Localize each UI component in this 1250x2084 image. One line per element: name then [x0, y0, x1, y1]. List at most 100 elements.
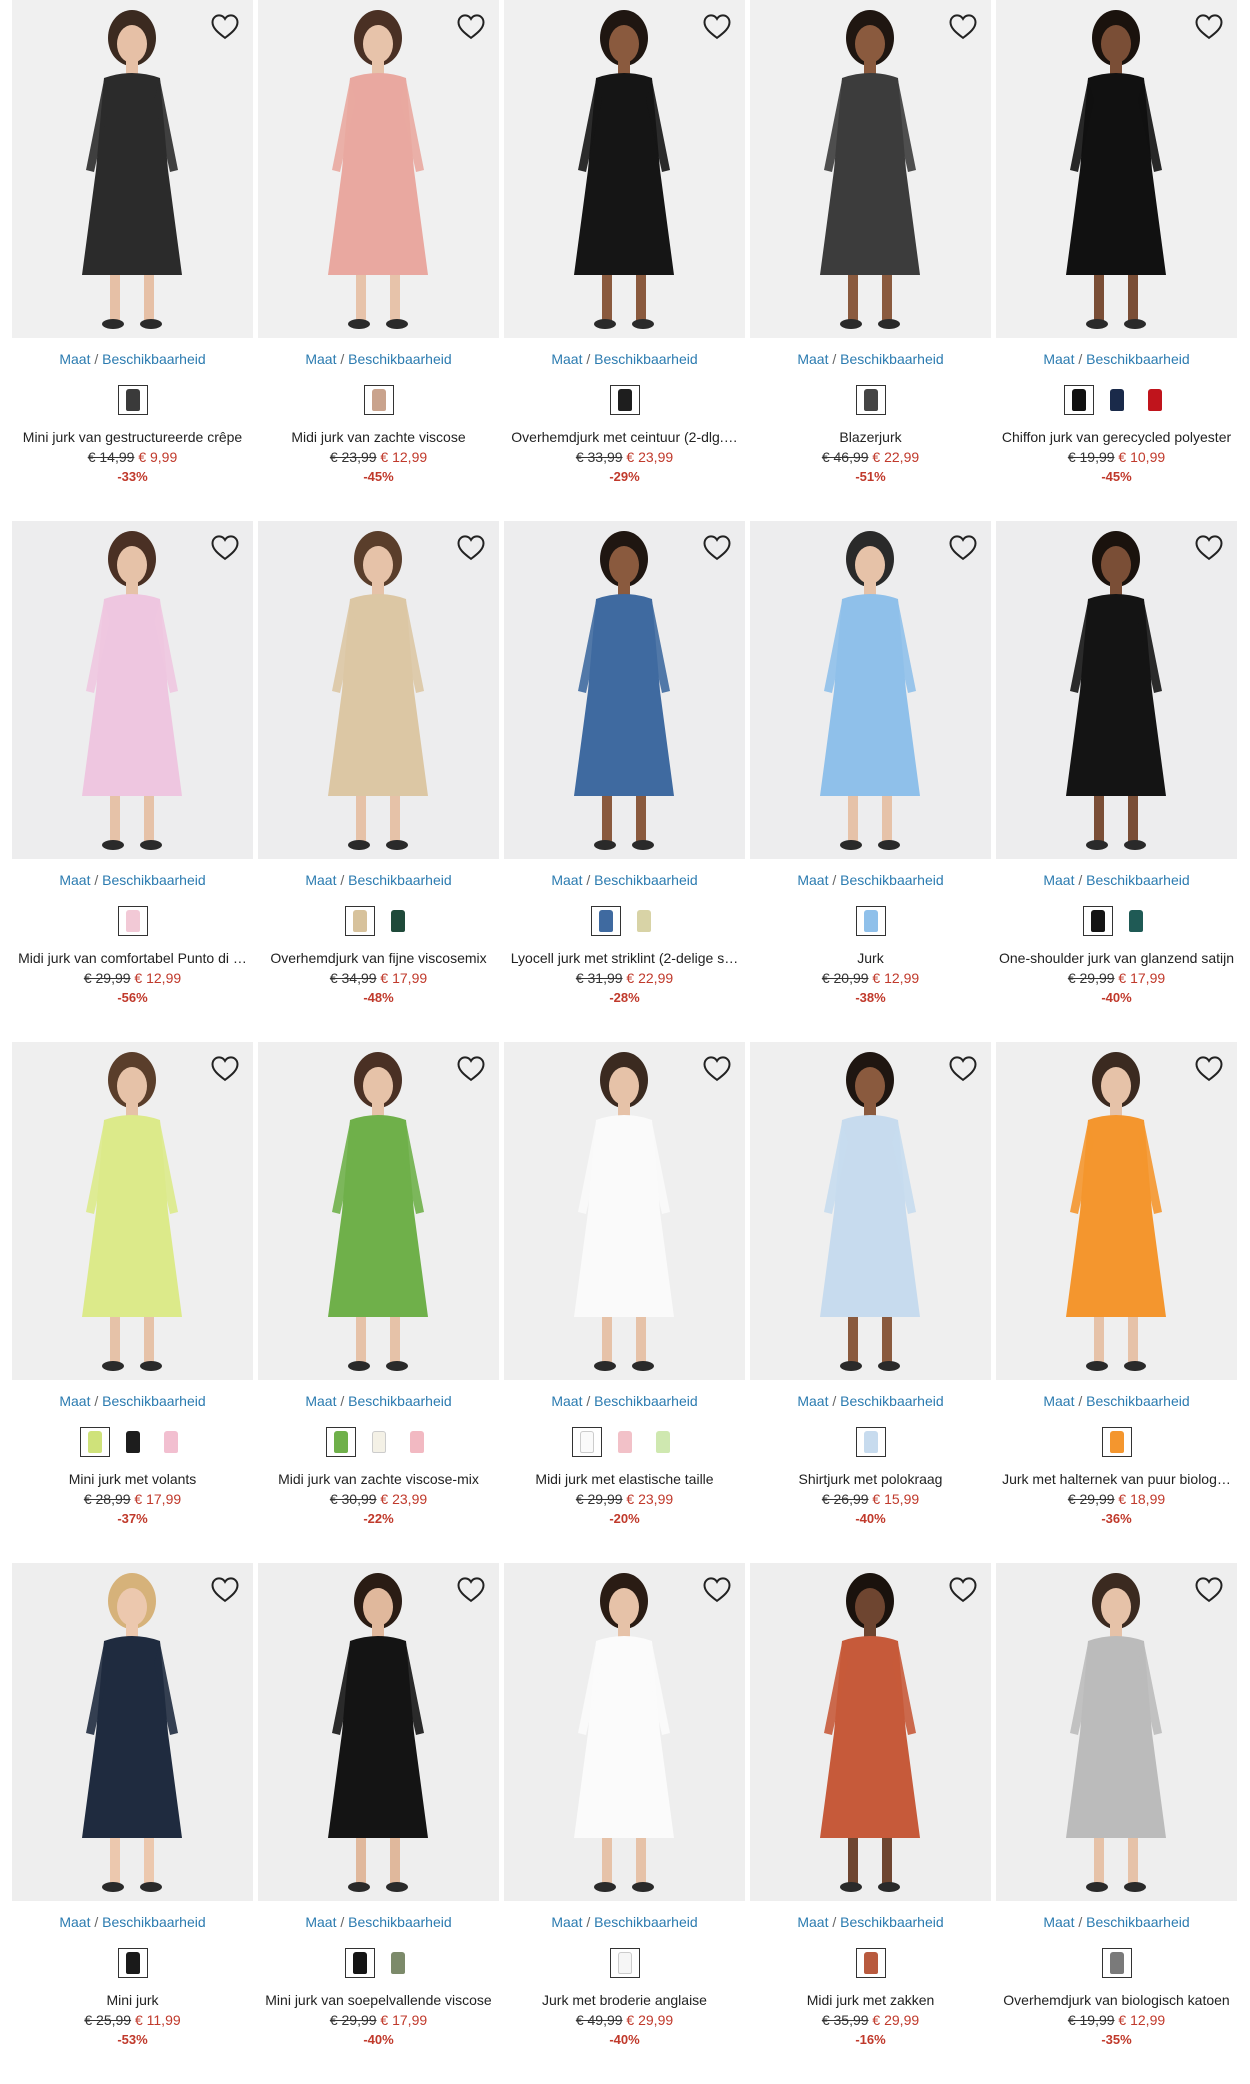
- wishlist-heart-icon[interactable]: [209, 531, 241, 563]
- size-availability-link[interactable]: Maat / Beschikbaarheid: [504, 351, 745, 367]
- wishlist-heart-icon[interactable]: [947, 531, 979, 563]
- product-name[interactable]: Mini jurk: [12, 1992, 253, 2009]
- product-name[interactable]: Midi jurk van zachte viscose-mix: [258, 1471, 499, 1488]
- product-image[interactable]: [750, 521, 991, 859]
- product-image[interactable]: [750, 0, 991, 338]
- wishlist-heart-icon[interactable]: [701, 1573, 733, 1605]
- color-swatch[interactable]: [610, 1427, 640, 1457]
- size-availability-link[interactable]: Maat / Beschikbaarheid: [750, 872, 991, 888]
- color-swatch[interactable]: [855, 1427, 886, 1457]
- color-swatch[interactable]: [629, 906, 659, 936]
- color-swatch[interactable]: [609, 1948, 640, 1978]
- color-swatch[interactable]: [1140, 385, 1170, 415]
- product-image[interactable]: [750, 1042, 991, 1380]
- product-name[interactable]: Jurk met broderie anglaise: [504, 1992, 745, 2009]
- size-availability-link[interactable]: Maat / Beschikbaarheid: [258, 1393, 499, 1409]
- wishlist-heart-icon[interactable]: [947, 1573, 979, 1605]
- color-swatch[interactable]: [156, 1427, 186, 1457]
- color-swatch[interactable]: [344, 1948, 375, 1978]
- product-image[interactable]: [504, 1563, 745, 1901]
- size-availability-link[interactable]: Maat / Beschikbaarheid: [996, 1393, 1237, 1409]
- product-name[interactable]: Overhemdjurk van fijne viscosemix: [258, 950, 499, 967]
- wishlist-heart-icon[interactable]: [455, 531, 487, 563]
- product-name[interactable]: Jurk met halternek van puur biolog…: [996, 1471, 1237, 1488]
- size-availability-link[interactable]: Maat / Beschikbaarheid: [12, 1914, 253, 1930]
- product-card[interactable]: Maat / Beschikbaarheid Jurk € 20,99 € 12,9…: [750, 521, 991, 1042]
- size-availability-link[interactable]: Maat / Beschikbaarheid: [258, 1914, 499, 1930]
- product-image[interactable]: [996, 1042, 1237, 1380]
- product-card[interactable]: Maat / Beschikbaarheid Mini jurk van soep…: [258, 1563, 499, 2084]
- size-availability-link[interactable]: Maat / Beschikbaarheid: [996, 351, 1237, 367]
- color-swatch[interactable]: [79, 1427, 110, 1457]
- color-swatch[interactable]: [364, 1427, 394, 1457]
- size-availability-link[interactable]: Maat / Beschikbaarheid: [504, 1393, 745, 1409]
- color-swatch[interactable]: [571, 1427, 602, 1457]
- size-availability-link[interactable]: Maat / Beschikbaarheid: [750, 351, 991, 367]
- product-image[interactable]: [12, 521, 253, 859]
- color-swatch[interactable]: [383, 1948, 413, 1978]
- product-image[interactable]: [996, 1563, 1237, 1901]
- color-swatch[interactable]: [1082, 906, 1113, 936]
- size-availability-link[interactable]: Maat / Beschikbaarheid: [750, 1914, 991, 1930]
- product-image[interactable]: [504, 0, 745, 338]
- wishlist-heart-icon[interactable]: [1193, 1573, 1225, 1605]
- product-name[interactable]: Mini jurk van gestructureerde crêpe: [12, 429, 253, 446]
- product-card[interactable]: Maat / Beschikbaarheid Midi jurk van comf…: [12, 521, 253, 1042]
- product-image[interactable]: [12, 1563, 253, 1901]
- size-availability-link[interactable]: Maat / Beschikbaarheid: [258, 351, 499, 367]
- product-image[interactable]: [12, 0, 253, 338]
- product-card[interactable]: Maat / Beschikbaarheid Midi jurk van zach…: [258, 0, 499, 521]
- product-name[interactable]: One-shoulder jurk van glanzend satijn: [996, 950, 1237, 967]
- size-availability-link[interactable]: Maat / Beschikbaarheid: [12, 351, 253, 367]
- color-swatch[interactable]: [118, 1427, 148, 1457]
- size-availability-link[interactable]: Maat / Beschikbaarheid: [996, 872, 1237, 888]
- product-card[interactable]: Maat / Beschikbaarheid Shirtjurk met polo…: [750, 1042, 991, 1563]
- product-card[interactable]: Maat / Beschikbaarheid Chiffon jurk van g…: [996, 0, 1237, 521]
- color-swatch[interactable]: [1101, 1427, 1132, 1457]
- size-availability-link[interactable]: Maat / Beschikbaarheid: [12, 1393, 253, 1409]
- color-swatch[interactable]: [383, 906, 413, 936]
- product-image[interactable]: [750, 1563, 991, 1901]
- color-swatch[interactable]: [117, 1948, 148, 1978]
- wishlist-heart-icon[interactable]: [455, 10, 487, 42]
- product-image[interactable]: [504, 521, 745, 859]
- wishlist-heart-icon[interactable]: [947, 10, 979, 42]
- wishlist-heart-icon[interactable]: [701, 10, 733, 42]
- size-availability-link[interactable]: Maat / Beschikbaarheid: [750, 1393, 991, 1409]
- wishlist-heart-icon[interactable]: [701, 1052, 733, 1084]
- product-card[interactable]: Maat / Beschikbaarheid Mini jurk met vola…: [12, 1042, 253, 1563]
- product-image[interactable]: [12, 1042, 253, 1380]
- color-swatch[interactable]: [1063, 385, 1094, 415]
- color-swatch[interactable]: [855, 1948, 886, 1978]
- product-name[interactable]: Midi jurk van comfortabel Punto di …: [12, 950, 253, 967]
- color-swatch[interactable]: [855, 906, 886, 936]
- size-availability-link[interactable]: Maat / Beschikbaarheid: [504, 872, 745, 888]
- product-image[interactable]: [258, 521, 499, 859]
- wishlist-heart-icon[interactable]: [947, 1052, 979, 1084]
- product-image[interactable]: [504, 1042, 745, 1380]
- product-card[interactable]: Maat / Beschikbaarheid Mini jurk € 25,99 €…: [12, 1563, 253, 2084]
- color-swatch[interactable]: [1121, 906, 1151, 936]
- color-swatch[interactable]: [344, 906, 375, 936]
- size-availability-link[interactable]: Maat / Beschikbaarheid: [504, 1914, 745, 1930]
- product-card[interactable]: Maat / Beschikbaarheid Jurk met broderie …: [504, 1563, 745, 2084]
- size-availability-link[interactable]: Maat / Beschikbaarheid: [258, 872, 499, 888]
- product-card[interactable]: Maat / Beschikbaarheid One-shoulder jurk …: [996, 521, 1237, 1042]
- color-swatch[interactable]: [590, 906, 621, 936]
- product-card[interactable]: Maat / Beschikbaarheid Overhemdjurk van b…: [996, 1563, 1237, 2084]
- product-card[interactable]: Maat / Beschikbaarheid Midi jurk met elas…: [504, 1042, 745, 1563]
- product-image[interactable]: [258, 1563, 499, 1901]
- color-swatch[interactable]: [1102, 385, 1132, 415]
- color-swatch[interactable]: [609, 385, 640, 415]
- product-card[interactable]: Maat / Beschikbaarheid Midi jurk van zach…: [258, 1042, 499, 1563]
- color-swatch[interactable]: [117, 906, 148, 936]
- color-swatch[interactable]: [648, 1427, 678, 1457]
- color-swatch[interactable]: [117, 385, 148, 415]
- product-name[interactable]: Midi jurk met elastische taille: [504, 1471, 745, 1488]
- product-name[interactable]: Lyocell jurk met striklint (2-delige s…: [504, 950, 745, 967]
- product-card[interactable]: Maat / Beschikbaarheid Overhemdjurk met c…: [504, 0, 745, 521]
- wishlist-heart-icon[interactable]: [455, 1052, 487, 1084]
- product-name[interactable]: Midi jurk met zakken: [750, 1992, 991, 2009]
- product-name[interactable]: Blazerjurk: [750, 429, 991, 446]
- product-card[interactable]: Maat / Beschikbaarheid Lyocell jurk met s…: [504, 521, 745, 1042]
